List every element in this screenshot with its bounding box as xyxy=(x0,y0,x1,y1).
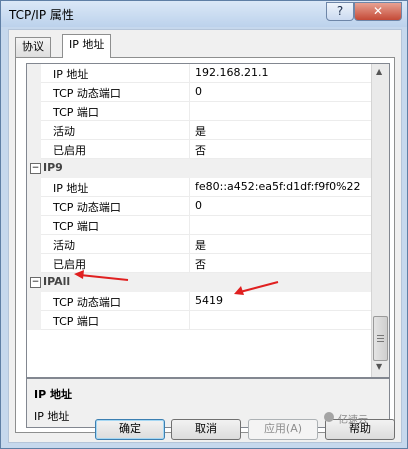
grid-row[interactable]: TCP 动态端口 5419 xyxy=(27,292,371,311)
property-value: 否 xyxy=(195,144,206,157)
category-ip9[interactable]: − IP9 xyxy=(27,159,371,178)
help-title-button[interactable]: ? xyxy=(326,2,354,21)
scroll-thumb[interactable] xyxy=(373,316,388,361)
grid-row[interactable]: TCP 动态端口 0 xyxy=(27,83,371,102)
property-value: 0 xyxy=(195,199,202,212)
annotation-arrow-port xyxy=(234,281,279,295)
grid-row[interactable]: 已启用 否 xyxy=(27,140,371,159)
category-label: IPAll xyxy=(43,275,71,288)
property-name: 活动 xyxy=(53,125,75,138)
property-value: 5419 xyxy=(195,294,223,307)
close-button[interactable]: ✕ xyxy=(354,2,402,21)
ok-button[interactable]: 确定 xyxy=(95,419,165,440)
question-icon: ? xyxy=(336,4,344,18)
title-bar: TCP/IP 属性 ? ✕ xyxy=(1,1,407,27)
grid-row[interactable]: IP 地址 192.168.21.1 xyxy=(27,64,371,83)
collapse-icon[interactable]: − xyxy=(30,163,41,174)
description-title: IP 地址 xyxy=(34,388,72,401)
description-text: IP 地址 xyxy=(34,410,70,423)
window-title: TCP/IP 属性 xyxy=(9,8,74,22)
property-name: 活动 xyxy=(53,239,75,252)
grid-row[interactable]: TCP 端口 xyxy=(27,311,371,330)
grid-row[interactable]: TCP 端口 xyxy=(27,102,371,121)
property-name: TCP 端口 xyxy=(53,106,99,119)
annotation-arrow-ipall xyxy=(74,270,129,281)
property-name: TCP 端口 xyxy=(53,315,99,328)
property-value: 0 xyxy=(195,85,202,98)
property-name: TCP 动态端口 xyxy=(53,87,121,100)
property-grid: IP 地址 192.168.21.1 TCP 动态端口 0 TCP 端口 活动 … xyxy=(26,63,390,378)
apply-button[interactable]: 应用(A) xyxy=(248,419,318,440)
property-value: 是 xyxy=(195,125,206,138)
property-value: fe80::a452:ea5f:d1df:f9f0%22 xyxy=(195,180,361,193)
tab-protocol[interactable]: 协议 xyxy=(15,37,51,57)
category-label: IP9 xyxy=(43,161,63,174)
property-name: TCP 动态端口 xyxy=(53,296,121,309)
grid-row[interactable]: TCP 动态端口 0 xyxy=(27,197,371,216)
vertical-scrollbar[interactable]: ▲ ▼ xyxy=(371,64,389,377)
property-value: 是 xyxy=(195,239,206,252)
tab-ip-address[interactable]: IP 地址 xyxy=(62,34,112,58)
cancel-button[interactable]: 取消 xyxy=(171,419,241,440)
grid-row[interactable]: TCP 端口 xyxy=(27,216,371,235)
watermark-logo-icon xyxy=(324,412,334,422)
grid-row[interactable]: 活动 是 xyxy=(27,235,371,254)
dialog-client-area: 协议 IP 地址 IP 地址 192.168.21.1 TCP 动态端口 0 T… xyxy=(8,29,402,443)
property-name: IP 地址 xyxy=(53,182,89,195)
watermark: 亿速云 xyxy=(338,415,368,426)
property-value: 192.168.21.1 xyxy=(195,66,269,79)
scroll-up-icon[interactable]: ▲ xyxy=(376,67,382,76)
close-icon: ✕ xyxy=(372,4,384,18)
property-value: 否 xyxy=(195,258,206,271)
property-name: IP 地址 xyxy=(53,68,89,81)
collapse-icon[interactable]: − xyxy=(30,277,41,288)
property-name: 已启用 xyxy=(53,144,86,157)
property-name: TCP 端口 xyxy=(53,220,99,233)
tab-panel-ip-address: IP 地址 192.168.21.1 TCP 动态端口 0 TCP 端口 活动 … xyxy=(15,57,395,433)
scroll-down-icon[interactable]: ▼ xyxy=(376,362,382,371)
grid-row[interactable]: 活动 是 xyxy=(27,121,371,140)
tcpip-properties-dialog: TCP/IP 属性 ? ✕ 协议 IP 地址 IP 地址 192.168.21.… xyxy=(0,0,408,449)
property-name: TCP 动态端口 xyxy=(53,201,121,214)
grid-row[interactable]: IP 地址 fe80::a452:ea5f:d1df:f9f0%22 xyxy=(27,178,371,197)
